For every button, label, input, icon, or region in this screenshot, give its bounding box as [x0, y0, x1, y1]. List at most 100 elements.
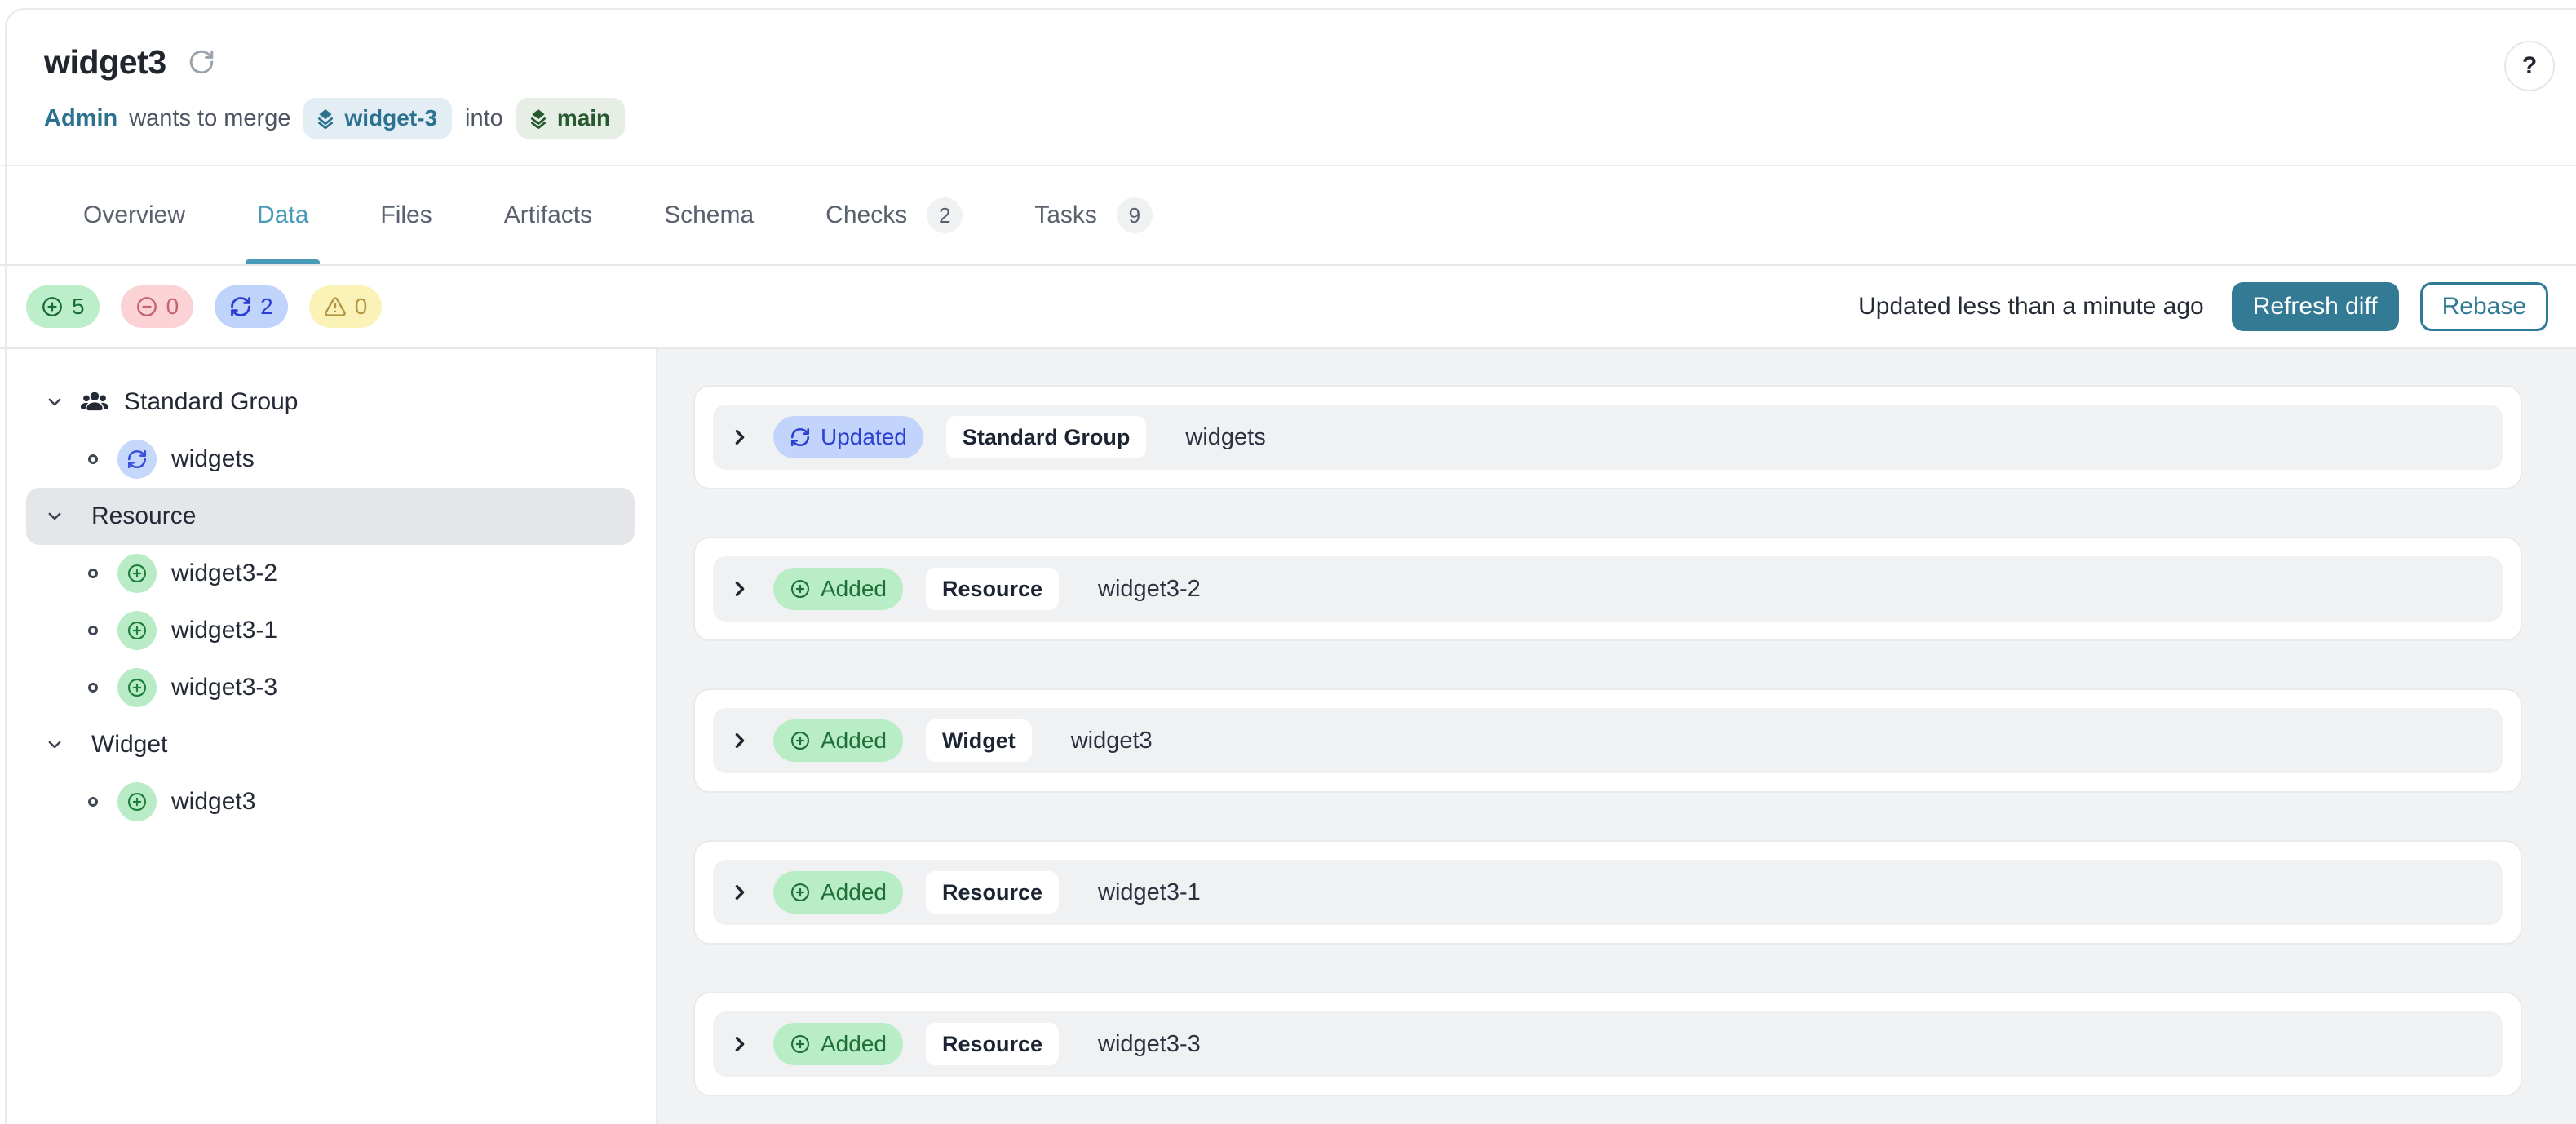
tab-data[interactable]: Data — [246, 166, 320, 264]
plus-circle-icon — [41, 295, 64, 318]
reload-icon[interactable] — [188, 48, 215, 76]
merge-text: wants to merge — [129, 104, 291, 131]
tree-item-widget3-3[interactable]: widget3-3 — [0, 659, 656, 716]
chevron-down-icon[interactable] — [46, 736, 64, 754]
tree-group-widget[interactable]: Widget — [0, 716, 656, 773]
merge-byline: Admin wants to merge widget-3 into main — [44, 98, 2576, 139]
bullet-icon — [88, 569, 98, 578]
tab-tasks[interactable]: Tasks 9 — [1023, 166, 1164, 264]
type-pill: Widget — [925, 719, 1032, 762]
diff-summary-bar: 5 0 2 0 Updated less than a minute ago R… — [0, 266, 2576, 349]
change-badge-label: Added — [821, 728, 887, 753]
sync-icon — [229, 295, 252, 318]
last-updated-text: Updated less than a minute ago — [1858, 293, 2204, 320]
plus-circle-icon — [117, 668, 157, 707]
title-row: widget3 — [44, 41, 2576, 83]
source-branch-badge[interactable]: widget-3 — [303, 98, 453, 139]
warning-count-pill: 0 — [308, 285, 383, 328]
tab-artifacts[interactable]: Artifacts — [493, 166, 604, 264]
diff-row-name: widget3-2 — [1098, 575, 1201, 602]
tab-overview[interactable]: Overview — [72, 166, 197, 264]
source-branch-name: widget-3 — [344, 105, 438, 131]
tree-item-widgets[interactable]: widgets — [0, 431, 656, 488]
tree-item-label: widget3 — [171, 788, 256, 815]
diff-list: Updated Standard Group widgets Added Resourc… — [657, 349, 2576, 1124]
bullet-icon — [88, 797, 98, 807]
diff-row-name: widgets — [1185, 423, 1266, 450]
diff-row-header[interactable]: Added Resource widget3-3 — [713, 1011, 2503, 1077]
target-branch-name: main — [556, 105, 611, 131]
plus-circle-icon — [117, 554, 157, 593]
diff-row-header[interactable]: Added Widget widget3 — [713, 708, 2503, 773]
tree-item-label: widget3-1 — [171, 617, 278, 644]
chevron-down-icon[interactable] — [46, 393, 64, 411]
plus-circle-icon — [790, 578, 811, 600]
tab-bar: Overview Data Files Artifacts Schema Checks 2 T… — [0, 166, 2576, 266]
tree-group-label: Standard Group — [124, 388, 299, 415]
rebase-button[interactable]: Rebase — [2419, 282, 2548, 331]
type-pill: Standard Group — [945, 416, 1147, 458]
diff-row-name: widget3 — [1070, 727, 1153, 754]
merge-request-page: widget3 Admin wants to merge widget-3 in… — [0, 0, 2576, 1124]
chevron-down-icon[interactable] — [46, 507, 64, 525]
chevron-right-icon[interactable] — [729, 578, 750, 600]
diff-card-widget3: Added Widget widget3 — [693, 688, 2522, 793]
tree-item-widget3[interactable]: widget3 — [0, 773, 656, 830]
branch-icon — [528, 108, 549, 129]
diff-row-header[interactable]: Added Resource widget3-1 — [713, 860, 2503, 925]
tree-item-widget3-1[interactable]: widget3-1 — [0, 602, 656, 659]
tree-group-label: Widget — [91, 731, 168, 758]
chevron-right-icon[interactable] — [729, 730, 750, 751]
plus-circle-icon — [790, 730, 811, 751]
type-pill: Resource — [925, 871, 1060, 914]
sync-icon — [790, 427, 811, 448]
branch-icon — [315, 108, 336, 129]
tree-group-resource[interactable]: Resource — [26, 488, 635, 545]
chevron-right-icon[interactable] — [729, 427, 750, 448]
diff-row-header[interactable]: Updated Standard Group widgets — [713, 405, 2503, 470]
change-badge-label: Updated — [821, 424, 907, 449]
target-branch-badge[interactable]: main — [516, 98, 626, 139]
added-count: 5 — [72, 294, 85, 319]
change-badge: Added — [773, 568, 903, 610]
type-pill: Resource — [925, 568, 1060, 610]
change-badge: Updated — [773, 416, 923, 458]
tab-schema[interactable]: Schema — [653, 166, 765, 264]
tab-label: Schema — [664, 201, 755, 228]
tree-group-standard-group[interactable]: Standard Group — [0, 374, 656, 431]
diff-row-header[interactable]: Added Resource widget3-2 — [713, 556, 2503, 622]
tab-count-badge: 2 — [927, 197, 963, 233]
warning-icon — [324, 295, 347, 318]
users-icon — [80, 387, 109, 417]
bullet-icon — [88, 626, 98, 635]
change-badge: Added — [773, 1023, 903, 1065]
removed-count-pill: 0 — [120, 285, 194, 328]
tree-item-label: widget3-3 — [171, 674, 278, 701]
minus-circle-icon — [135, 295, 158, 318]
updated-count-pill: 2 — [215, 285, 288, 328]
change-badge-label: Added — [821, 879, 887, 905]
page-header: widget3 Admin wants to merge widget-3 in… — [0, 0, 2576, 166]
diff-row-name: widget3-3 — [1098, 1030, 1201, 1057]
added-count-pill: 5 — [26, 285, 100, 328]
chevron-right-icon[interactable] — [729, 882, 750, 903]
help-button[interactable]: ? — [2504, 41, 2555, 91]
plus-circle-icon — [117, 611, 157, 650]
tab-files[interactable]: Files — [369, 166, 443, 264]
change-badge: Added — [773, 871, 903, 914]
diff-card-widget3-2: Added Resource widget3-2 — [693, 537, 2522, 641]
tree-item-widget3-2[interactable]: widget3-2 — [0, 545, 656, 602]
chevron-right-icon[interactable] — [729, 1033, 750, 1055]
bullet-icon — [88, 454, 98, 464]
tab-checks[interactable]: Checks 2 — [814, 166, 974, 264]
change-badge: Added — [773, 719, 903, 762]
tab-label: Files — [380, 201, 432, 228]
refresh-diff-button[interactable]: Refresh diff — [2231, 282, 2399, 331]
updated-count: 2 — [260, 294, 273, 319]
bullet-icon — [88, 683, 98, 693]
tree-item-label: widgets — [171, 445, 255, 472]
author-link[interactable]: Admin — [44, 105, 117, 132]
removed-count: 0 — [166, 294, 179, 319]
sync-icon — [117, 440, 157, 479]
tab-label: Data — [257, 201, 309, 228]
